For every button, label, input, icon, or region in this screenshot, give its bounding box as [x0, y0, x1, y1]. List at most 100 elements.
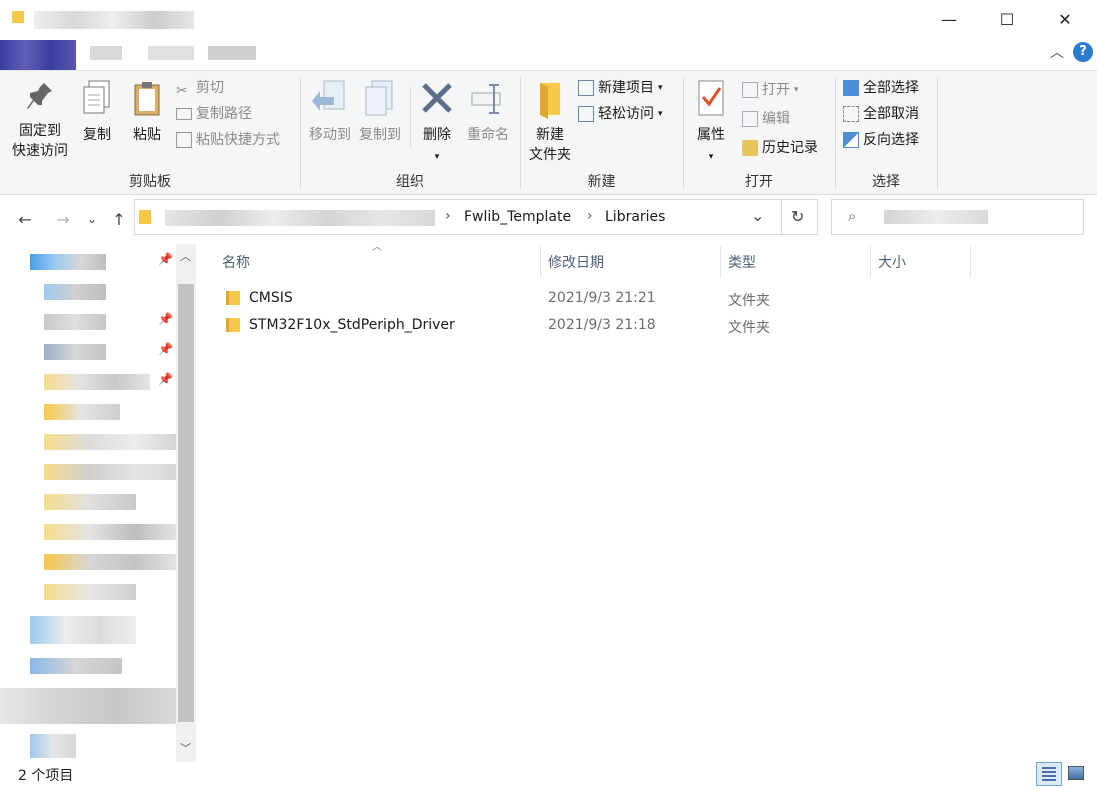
history-button[interactable]: 历史记录 — [742, 137, 818, 159]
clipboard-group-label: 剪贴板 — [129, 174, 171, 190]
open-button[interactable]: 打开 ▾ — [742, 79, 799, 101]
quick-access-toolbar[interactable] — [34, 11, 194, 29]
edit-button[interactable]: 编辑 — [742, 108, 790, 130]
organize-group-label: 组织 — [396, 174, 424, 190]
column-header-type[interactable]: 类型 — [728, 252, 756, 272]
column-divider[interactable] — [540, 246, 541, 278]
new-folder-button[interactable]: 新建 文件夹 — [524, 79, 576, 165]
nav-item[interactable] — [44, 494, 136, 510]
back-button[interactable]: ← — [12, 205, 38, 233]
forward-button[interactable]: → — [50, 205, 76, 233]
search-icon: ⌕ — [848, 207, 857, 225]
pin-icon — [27, 83, 52, 109]
scroll-up-icon[interactable]: ︿ — [180, 248, 191, 264]
refresh-icon[interactable]: ↻ — [791, 207, 804, 226]
large-icons-view-button[interactable] — [1066, 764, 1088, 784]
clipboard-icon — [134, 82, 160, 116]
file-modified: 2021/9/3 21:21 — [548, 290, 656, 306]
move-to-icon — [312, 80, 345, 111]
nav-item[interactable] — [44, 314, 106, 330]
column-divider[interactable] — [720, 246, 721, 278]
column-divider[interactable] — [970, 246, 971, 278]
breadcrumb-fwlib-template[interactable]: Fwlib_Template — [464, 209, 571, 225]
address-path-hidden — [165, 210, 435, 226]
breadcrumb-libraries[interactable]: Libraries — [605, 209, 665, 225]
tab-file[interactable] — [0, 40, 76, 72]
rename-button[interactable]: 重命名 — [462, 79, 514, 145]
collapse-ribbon-icon[interactable]: ︿ — [1050, 42, 1064, 62]
ribbon-tabs: ︿ ? — [0, 38, 1097, 72]
nav-item[interactable] — [44, 344, 106, 360]
nav-scrollbar[interactable]: ︿ ﹀ — [176, 244, 196, 762]
address-dropdown-icon[interactable]: ⌄ — [751, 206, 764, 225]
details-view-icon — [1042, 767, 1056, 781]
maximize-button[interactable]: ☐ — [978, 0, 1036, 38]
delete-x-icon — [422, 83, 452, 113]
column-header-name[interactable]: 名称 — [222, 252, 250, 272]
new-group-label: 新建 — [587, 174, 616, 190]
nav-item[interactable] — [44, 434, 180, 450]
pin-icon[interactable]: 📌 — [158, 372, 173, 386]
file-row[interactable]: STM32F10x_StdPeriph_Driver 2021/9/3 21:1… — [220, 313, 980, 339]
nav-item[interactable] — [30, 734, 76, 758]
tab-home[interactable] — [90, 46, 122, 60]
nav-item[interactable] — [30, 254, 106, 270]
select-all-icon — [843, 80, 859, 96]
select-group-label: 选择 — [872, 174, 900, 190]
paste-shortcut-button[interactable]: 粘贴快捷方式 — [176, 129, 280, 151]
group-divider — [937, 77, 938, 189]
nav-item-selected[interactable] — [0, 688, 176, 724]
search-placeholder-hidden — [884, 210, 988, 224]
invert-selection-button[interactable]: 反向选择 — [843, 129, 919, 151]
cut-button[interactable]: ✂ 剪切 — [176, 77, 224, 99]
column-header-modified[interactable]: 修改日期 — [548, 252, 604, 272]
tab-view[interactable] — [208, 46, 256, 60]
select-all-button[interactable]: 全部选择 — [843, 77, 919, 99]
address-bar[interactable]: › Fwlib_Template › Libraries ⌄ ↻ — [134, 199, 818, 235]
copy-path-button[interactable]: 复制路径 — [176, 103, 252, 125]
open-icon — [742, 82, 758, 98]
nav-item[interactable] — [44, 374, 150, 390]
easy-access-icon — [578, 106, 594, 122]
details-view-button[interactable] — [1036, 762, 1062, 786]
up-button[interactable]: ↑ — [106, 205, 132, 233]
column-header-size[interactable]: 大小 — [878, 252, 906, 272]
paste-shortcut-icon — [176, 132, 192, 148]
search-input[interactable]: ⌕ — [831, 199, 1084, 235]
copy-button[interactable]: 复制 — [74, 79, 120, 145]
nav-item[interactable] — [44, 554, 180, 570]
easy-access-button[interactable]: 轻松访问 ▾ — [578, 103, 663, 125]
select-none-button[interactable]: 全部取消 — [843, 103, 919, 125]
column-divider[interactable] — [870, 246, 871, 278]
nav-item[interactable] — [44, 524, 180, 540]
nav-item[interactable] — [44, 464, 180, 480]
pin-icon[interactable]: 📌 — [158, 312, 173, 326]
scroll-thumb[interactable] — [178, 284, 194, 722]
invert-selection-icon — [843, 132, 859, 148]
help-icon[interactable]: ? — [1073, 42, 1093, 62]
copy-to-button[interactable]: 复制到 — [354, 79, 406, 145]
nav-item[interactable] — [44, 404, 120, 420]
nav-item[interactable] — [30, 658, 122, 674]
tab-share[interactable] — [148, 46, 194, 60]
pin-icon[interactable]: 📌 — [158, 342, 173, 356]
pin-quick-access-button[interactable]: 固定到 快速访问 — [8, 79, 72, 161]
nav-item[interactable] — [44, 284, 106, 300]
properties-button[interactable]: 属性 ▾ — [688, 79, 734, 167]
properties-checkmark-icon — [698, 80, 724, 116]
group-divider — [410, 87, 411, 147]
minimize-button[interactable]: — — [920, 0, 978, 38]
move-to-button[interactable]: 移动到 — [304, 79, 356, 145]
recent-locations-button[interactable]: ⌄ — [82, 205, 102, 233]
paste-button[interactable]: 粘贴 — [124, 79, 170, 145]
close-button[interactable]: ✕ — [1036, 0, 1094, 38]
navigation-pane[interactable]: 📌 📌 📌 📌 — [0, 244, 196, 762]
nav-item[interactable] — [30, 616, 136, 644]
copy-to-icon — [365, 80, 393, 116]
pin-icon[interactable]: 📌 — [158, 252, 173, 266]
nav-item[interactable] — [44, 584, 136, 600]
file-row[interactable]: CMSIS 2021/9/3 21:21 文件夹 — [220, 286, 980, 312]
new-item-button[interactable]: 新建项目 ▾ — [578, 77, 663, 99]
scroll-down-icon[interactable]: ﹀ — [180, 740, 191, 756]
delete-button[interactable]: 删除 ▾ — [414, 79, 460, 167]
